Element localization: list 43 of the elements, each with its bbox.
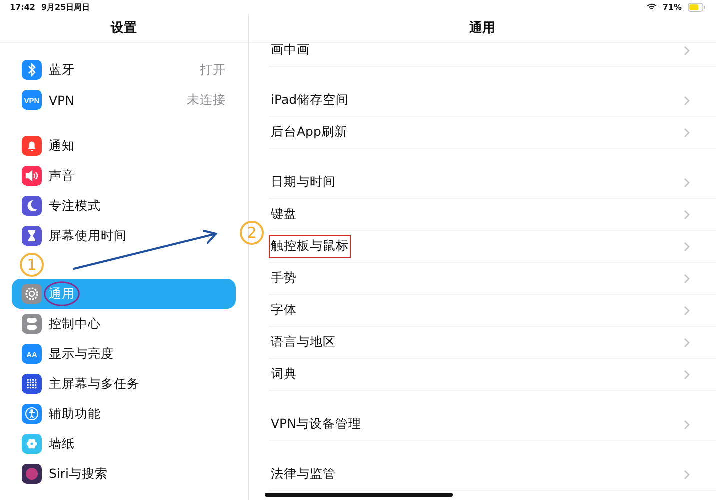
status-date: 9月25日周日 bbox=[41, 2, 90, 12]
sidebar-item[interactable]: 蓝牙 打开 bbox=[12, 55, 236, 85]
settings-row[interactable]: 日期与时间 bbox=[269, 167, 716, 199]
battery-percent: 71% bbox=[662, 2, 682, 12]
settings-row[interactable]: 键盘 bbox=[269, 199, 716, 231]
settings-row[interactable]: 后台App刷新 bbox=[269, 117, 716, 149]
sidebar-item[interactable]: 屏幕使用时间 bbox=[12, 221, 236, 251]
chevron-icon bbox=[684, 420, 690, 430]
sidebar-item[interactable]: 主屏幕与多任务 bbox=[12, 369, 236, 399]
settings-row[interactable]: 法律与监管 bbox=[269, 459, 716, 491]
settings-row[interactable]: VPN与设备管理 bbox=[269, 409, 716, 441]
chevron-icon bbox=[684, 128, 690, 138]
detail-title: 通用 bbox=[249, 14, 716, 43]
chevron-icon bbox=[684, 306, 690, 316]
chevron-icon bbox=[684, 96, 690, 106]
sidebar-item[interactable]: 墙纸 bbox=[12, 429, 236, 459]
chevron-icon bbox=[684, 242, 690, 252]
sidebar-item[interactable]: Siri与搜索 bbox=[12, 459, 236, 489]
chevron-icon bbox=[684, 178, 690, 188]
chevron-icon bbox=[684, 274, 690, 284]
battery-icon bbox=[688, 2, 706, 12]
settings-row[interactable]: 语言与地区 bbox=[269, 327, 716, 359]
sidebar-item[interactable]: 专注模式 bbox=[12, 191, 236, 221]
settings-row[interactable]: 字体 bbox=[269, 295, 716, 327]
sidebar-item[interactable]: 辅助功能 bbox=[12, 399, 236, 429]
settings-row[interactable]: iPad储存空间 bbox=[269, 85, 716, 117]
chevron-icon bbox=[684, 470, 690, 480]
status-time: 17:42 bbox=[10, 2, 36, 12]
circled-number: 2 bbox=[240, 221, 264, 245]
sidebar-title: 设置 bbox=[0, 14, 248, 43]
chevron-icon bbox=[684, 210, 690, 220]
sidebar-item[interactable]: 通知 bbox=[12, 131, 236, 161]
sidebar-item[interactable]: 控制中心 bbox=[12, 309, 236, 339]
settings-row[interactable]: 触控板与鼠标 bbox=[269, 231, 716, 263]
sidebar-item[interactable]: 声音 bbox=[12, 161, 236, 191]
circled-number: 1 bbox=[20, 253, 44, 277]
wifi-icon bbox=[646, 3, 657, 11]
settings-row[interactable]: 画中画 bbox=[269, 35, 716, 67]
settings-row[interactable]: 词典 bbox=[269, 359, 716, 391]
chevron-icon bbox=[684, 338, 690, 348]
chevron-icon bbox=[684, 46, 690, 56]
settings-row[interactable]: 手势 bbox=[269, 263, 716, 295]
chevron-icon bbox=[684, 370, 690, 380]
